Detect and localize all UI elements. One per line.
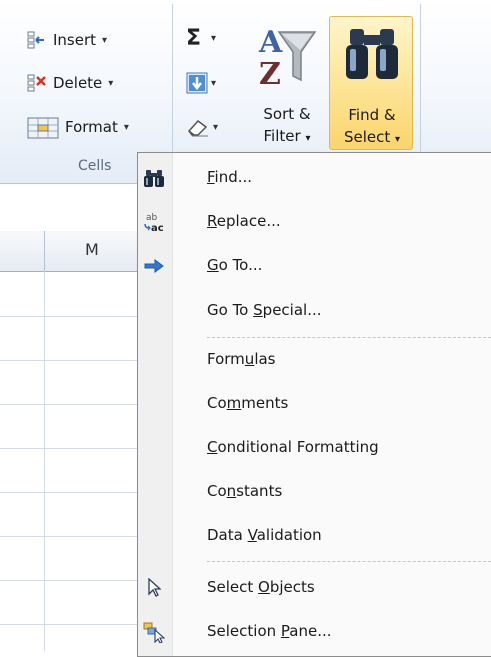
grid-row-line xyxy=(0,624,160,625)
chevron-down-icon: ▾ xyxy=(211,77,217,89)
svg-text:ac: ac xyxy=(151,223,164,233)
menu-item-constants[interactable]: Constants xyxy=(138,471,491,511)
menu-item-find[interactable]: Find... xyxy=(138,157,491,197)
eraser-icon xyxy=(186,116,210,138)
autosum-button[interactable]: Σ ▾ xyxy=(186,24,216,52)
grid-row-line xyxy=(0,580,160,581)
find-select-label-line2: Select ▾ xyxy=(330,127,414,150)
find-select-button[interactable]: Find & Select ▾ xyxy=(329,16,413,150)
binoculars-icon xyxy=(344,23,400,83)
grid-row-line xyxy=(0,360,160,361)
insert-button[interactable]: Insert ▾ xyxy=(27,26,107,54)
menu-item-label: Conditional Formatting xyxy=(207,438,379,456)
svg-text:Z: Z xyxy=(259,57,281,88)
chevron-down-icon: ▾ xyxy=(123,121,129,133)
chevron-down-icon: ▾ xyxy=(211,32,217,44)
menu-item-go-to-special[interactable]: Go To Special... xyxy=(138,290,491,330)
menu-item-comments[interactable]: Comments xyxy=(138,383,491,423)
cells-group-label: Cells xyxy=(78,158,112,174)
fill-down-icon xyxy=(186,72,208,94)
menu-item-formulas[interactable]: Formulas xyxy=(138,339,491,379)
column-header-m[interactable]: M xyxy=(85,240,99,259)
chevron-down-icon: ▾ xyxy=(305,133,311,144)
grid-column-line xyxy=(44,271,45,651)
chevron-down-icon: ▾ xyxy=(108,77,114,89)
find-select-menu: Find... ab ac Replace... Go To... Go To … xyxy=(137,152,491,657)
clear-button[interactable]: ▾ xyxy=(186,113,218,141)
grid-row-line xyxy=(0,492,160,493)
insert-cells-icon xyxy=(27,30,47,50)
find-select-label-line1: Find & xyxy=(348,106,396,124)
format-label: Format xyxy=(65,118,118,136)
sort-filter-label-text: Filter xyxy=(263,127,301,145)
grid-row-line xyxy=(0,316,160,317)
grid-row-line xyxy=(0,404,160,405)
formula-bar-area xyxy=(0,184,160,232)
menu-item-replace[interactable]: ab ac Replace... xyxy=(138,201,491,241)
column-divider xyxy=(44,231,45,271)
arrow-right-icon xyxy=(143,255,165,277)
replace-icon: ab ac xyxy=(143,211,165,233)
worksheet: M xyxy=(0,184,160,651)
delete-button[interactable]: Delete ▾ xyxy=(27,69,113,97)
sort-az-funnel-icon: A Z xyxy=(257,22,317,92)
chevron-down-icon: ▾ xyxy=(102,34,108,46)
menu-item-data-validation[interactable]: Data Validation xyxy=(138,515,491,555)
cursor-arrow-icon xyxy=(143,577,165,599)
delete-cells-icon xyxy=(27,73,47,93)
menu-item-select-objects[interactable]: Select Objects xyxy=(138,567,491,607)
grid-row-line xyxy=(0,448,160,449)
menu-item-label: Go To Special... xyxy=(207,301,322,319)
menu-item-label: Formulas xyxy=(207,350,276,368)
menu-item-label: Constants xyxy=(207,482,283,500)
menu-item-label: Comments xyxy=(207,394,289,412)
delete-label: Delete xyxy=(53,74,103,92)
sort-filter-button[interactable]: A Z Sort & Filter ▾ xyxy=(249,16,325,150)
menu-item-label: Select Objects xyxy=(207,578,315,596)
menu-item-label: Selection Pane... xyxy=(207,622,332,640)
menu-item-conditional-formatting[interactable]: Conditional Formatting xyxy=(138,427,491,467)
chevron-down-icon: ▾ xyxy=(395,134,401,145)
menu-item-label: Replace... xyxy=(207,212,281,230)
selection-pane-icon xyxy=(143,621,165,643)
menu-item-selection-pane[interactable]: Selection Pane... xyxy=(138,611,491,651)
menu-separator xyxy=(207,561,491,562)
grid-row-line xyxy=(0,536,160,537)
menu-item-go-to[interactable]: Go To... xyxy=(138,245,491,285)
insert-label: Insert xyxy=(53,31,97,49)
menu-item-label: Data Validation xyxy=(207,526,322,544)
sort-filter-label-line1: Sort & xyxy=(263,105,311,123)
sort-filter-label-line2: Filter ▾ xyxy=(249,126,325,149)
fill-button[interactable]: ▾ xyxy=(186,69,216,97)
chevron-down-icon: ▾ xyxy=(213,121,219,133)
menu-item-label: Go To... xyxy=(207,256,263,274)
column-header-row: M xyxy=(0,231,160,272)
binoculars-icon xyxy=(143,167,165,189)
menu-separator xyxy=(207,337,491,338)
format-button[interactable]: Format ▾ xyxy=(27,113,129,141)
menu-item-label: Find... xyxy=(207,168,253,186)
find-select-label-text: Select xyxy=(343,128,391,146)
svg-text:A: A xyxy=(258,25,283,60)
sigma-icon: Σ xyxy=(186,25,202,51)
format-cells-icon xyxy=(27,117,59,139)
svg-text:ab: ab xyxy=(146,213,158,223)
